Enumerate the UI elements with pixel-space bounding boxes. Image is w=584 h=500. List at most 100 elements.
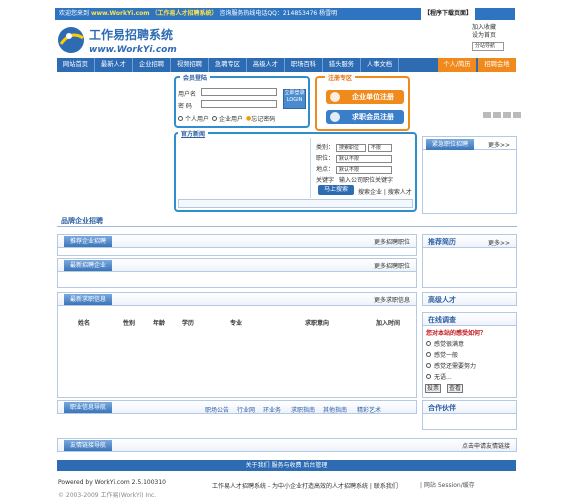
- person-register-button[interactable]: 求职会员注册: [326, 110, 404, 124]
- brand-divider: [57, 226, 517, 227]
- copyright: © 2003-2009 工作易(WorkYi) Inc.: [58, 492, 157, 499]
- search-links: 搜索企业 | 搜索人才: [358, 189, 412, 196]
- search-button[interactable]: 马上搜索: [318, 185, 354, 195]
- download-link[interactable]: 【程序下载页面】: [420, 8, 475, 20]
- guide-title: 职业信息导航: [64, 402, 113, 413]
- slide-next-icon[interactable]: [513, 112, 521, 118]
- urgent-jobs-title: 紧急职位招聘: [426, 139, 475, 150]
- urgent-jobs-more[interactable]: 更多>>: [488, 140, 510, 149]
- person-register-label: 求职会员注册: [352, 113, 394, 121]
- poll-option-1[interactable]: 感觉很满意: [426, 339, 464, 348]
- brand-section-title: 品牌企业招聘: [61, 217, 103, 225]
- nav-item-video-jobs[interactable]: 视频招聘: [171, 58, 209, 72]
- view-results-button[interactable]: 查看: [447, 384, 463, 393]
- status-text: | 网站 Session/缓存: [420, 482, 475, 489]
- company-register-button[interactable]: 企业单位注册: [326, 90, 404, 104]
- site-url-link[interactable]: www.WorkYi.com: [91, 10, 150, 17]
- search-type-select[interactable]: 搜索职位: [335, 143, 366, 152]
- logo-title: 工作易招聘系统: [89, 27, 173, 42]
- col-age: 年龄: [153, 320, 166, 327]
- login-button[interactable]: 立即登录 LOGIN: [283, 89, 306, 109]
- search-keyword-input[interactable]: 输入公司职位关键字: [339, 177, 393, 184]
- radio-personal[interactable]: [178, 116, 183, 121]
- poll-option-4-label: 无语...: [434, 374, 452, 381]
- search-area-select[interactable]: 默认不限: [335, 165, 392, 174]
- nav-item-latest-talent[interactable]: 最新人才: [95, 58, 133, 72]
- resume-header: 推荐简历 更多>>: [422, 234, 517, 248]
- set-homepage-link[interactable]: 设为首页: [472, 32, 516, 40]
- urgent-jobs-header: 紧急职位招聘 更多>>: [422, 136, 517, 150]
- search-area-row: 地点： 默认不限: [316, 164, 392, 174]
- footer-desc: 工作易人才招聘系统 - 为中小企业打造高效的人才招聘系统 | 联系我们: [212, 483, 398, 490]
- greeting-text: 欢迎您来到: [59, 10, 90, 17]
- poll-option-4[interactable]: 无语...: [426, 372, 452, 381]
- poll-option-1-label: 感觉很满意: [434, 341, 465, 348]
- poll-radio-2[interactable]: [426, 352, 431, 357]
- col-join-time: 加入时间: [376, 320, 401, 327]
- nav-item-career-wiki[interactable]: 职场百科: [285, 58, 323, 72]
- nav-item-job-fair[interactable]: 招聘会地: [478, 58, 516, 72]
- guide-link-4[interactable]: 求职指南: [291, 405, 315, 414]
- links-apply[interactable]: 点击申请友情链接: [462, 441, 510, 450]
- links-title: 友情链接导航: [64, 440, 113, 451]
- col-name: 姓名: [78, 320, 91, 327]
- password-label: 密 码: [178, 103, 192, 110]
- search-type-row: 类别： 搜索职位 不限: [316, 142, 392, 152]
- search-person-link[interactable]: 搜索人才: [388, 189, 412, 196]
- slide-2-icon[interactable]: [503, 112, 511, 118]
- resume-more[interactable]: 更多>>: [488, 238, 510, 247]
- news-title[interactable]: 官方新闻: [178, 129, 209, 138]
- nav-item-urgent-jobs[interactable]: 急聘专区: [209, 58, 247, 72]
- password-input[interactable]: [201, 100, 277, 108]
- slide-prev-icon[interactable]: [483, 112, 491, 118]
- guide-link-3[interactable]: 环业务: [263, 405, 281, 414]
- search-job-row: 职位： 默认不限: [316, 153, 392, 163]
- nav-item-personal-resume[interactable]: 个人/简历: [438, 58, 476, 72]
- site-logo[interactable]: 工作易招聘系统 www.WorkYi.com: [57, 24, 192, 56]
- hotline-text: 咨询服务热线电话QQ：214853476 杨雪明: [219, 10, 338, 17]
- recommend-more[interactable]: 更多招聘职位: [374, 237, 410, 246]
- add-favorite-link[interactable]: 加入收藏: [472, 24, 516, 32]
- username-input[interactable]: [201, 88, 277, 96]
- radio-company-label: 企业用户: [219, 116, 244, 123]
- survey-header: 在线调查: [422, 312, 517, 326]
- slide-1-icon[interactable]: [493, 112, 501, 118]
- latest-more[interactable]: 更多招聘职位: [374, 261, 410, 270]
- jobs-more[interactable]: 更多求职信息: [374, 295, 410, 304]
- col-gender: 性别: [123, 320, 136, 327]
- radio-company[interactable]: [212, 116, 218, 121]
- substation-select[interactable]: 分站导航: [472, 42, 504, 51]
- guide-link-1[interactable]: 职场公告: [205, 405, 229, 414]
- search-area-label: 地点：: [316, 166, 335, 173]
- logo-icon: 工作易招聘系统 www.WorkYi.com: [58, 27, 177, 55]
- register-title: 注册专区: [325, 73, 356, 82]
- search-company-link[interactable]: 搜索企业: [358, 189, 382, 196]
- nav-item-headhunter[interactable]: 猎头服务: [323, 58, 361, 72]
- nav-item-company-jobs[interactable]: 企业招聘: [133, 58, 171, 72]
- footer-bar[interactable]: 关于我们 服务与收费 后台管理: [57, 460, 516, 471]
- links-header: 友情链接导航 点击申请友情链接: [57, 438, 517, 452]
- poll-radio-4[interactable]: [426, 374, 431, 379]
- resume-body: [422, 248, 517, 288]
- search-type-label: 类别：: [316, 144, 335, 151]
- nav-item-senior-talent[interactable]: 高级人才: [247, 58, 285, 72]
- poll-radio-1[interactable]: [426, 341, 431, 346]
- recommend-header: 推荐企业招聘 更多招聘职位: [57, 234, 417, 248]
- nav-item-hr-docs[interactable]: 人事文档: [361, 58, 399, 72]
- vote-button[interactable]: 投票: [425, 384, 441, 393]
- guide-link-2[interactable]: 行业网: [237, 405, 255, 414]
- jobs-title: 最新求职信息: [64, 294, 113, 305]
- poll-option-2[interactable]: 感觉一般: [426, 350, 458, 359]
- recommend-title: 推荐企业招聘: [64, 236, 113, 247]
- guide-link-5[interactable]: 其他指南: [323, 405, 347, 414]
- nav-item-home[interactable]: 网站首页: [57, 58, 95, 72]
- search-job-select[interactable]: 默认不限: [335, 154, 392, 163]
- forgot-password-link[interactable]: 忘记密码: [251, 114, 275, 123]
- poll-option-3[interactable]: 感觉还需要努力: [426, 361, 476, 370]
- col-major: 专业: [230, 320, 243, 327]
- poll-radio-3[interactable]: [426, 363, 431, 368]
- latest-body: [57, 272, 417, 288]
- search-type-select-2[interactable]: 不限: [367, 143, 392, 152]
- guide-link-6[interactable]: 精彩艺术: [357, 405, 381, 414]
- search-keyword-row: 关键字 输入公司职位关键字: [316, 175, 393, 184]
